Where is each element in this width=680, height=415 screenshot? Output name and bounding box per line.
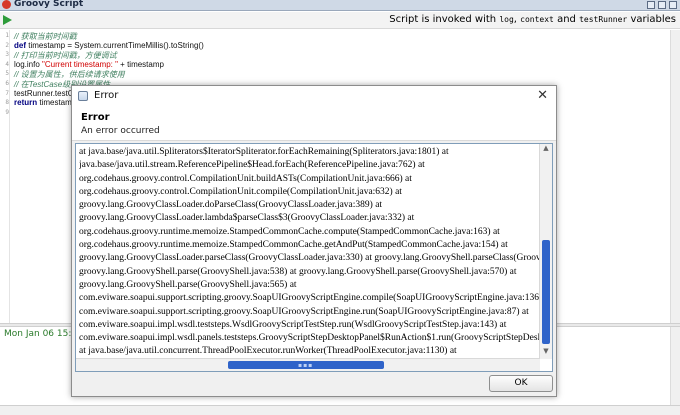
stack-trace-line: groovy.lang.GroovyShell.parse(GroovyShel… [79, 279, 297, 290]
line-number: 6 [5, 80, 9, 87]
panel-window-controls [647, 1, 677, 9]
stack-trace-line: at java.base/java.util.Spliterators$Iter… [79, 147, 449, 157]
info-prefix: Script is invoked with [389, 14, 497, 25]
line-number: 9 [5, 108, 9, 116]
info-separator: , [513, 14, 517, 25]
scroll-down-icon[interactable]: ▼ [540, 347, 552, 359]
info-var-testrunner: testRunner [579, 15, 628, 24]
stack-trace-line: com.eviware.soapui.support.scripting.gro… [79, 306, 529, 317]
dialog-title-bar: Error ✕ [72, 86, 556, 108]
stack-trace-line: com.eviware.soapui.support.scripting.gro… [79, 293, 540, 304]
line-number: 1 [5, 32, 9, 39]
code-line: return timestamp [14, 98, 76, 107]
maximize-button[interactable] [658, 1, 666, 9]
error-message: An error occurred [81, 126, 160, 136]
groovy-script-icon [2, 0, 11, 9]
line-number: 4 [5, 60, 9, 68]
stack-trace-textarea[interactable]: at java.base/java.util.Spliterators$Iter… [75, 143, 553, 372]
ok-button[interactable]: OK [489, 375, 553, 392]
scroll-grip-icon: ▪▪▪ [298, 362, 314, 369]
stack-trace-line: at java.base/java.util.concurrent.Thread… [79, 346, 457, 357]
code-line: def timestamp = System.currentTimeMillis… [14, 41, 204, 50]
stack-trace-line: org.codehaus.groovy.control.CompilationU… [79, 173, 412, 184]
code-text: + timestamp [117, 59, 164, 69]
panel-title-bar: Groovy Script [0, 0, 680, 11]
stack-trace-line: org.codehaus.groovy.runtime.memoize.Stam… [79, 226, 500, 237]
line-number: 3 [5, 51, 9, 59]
script-toolbar: Script is invoked with log, context and … [0, 12, 680, 29]
stack-trace-line: groovy.lang.GroovyClassLoader.doParseCla… [79, 200, 383, 211]
stack-trace-line: org.codehaus.groovy.runtime.memoize.Stam… [79, 240, 508, 251]
info-var-log: log [499, 15, 514, 24]
run-script-icon[interactable] [3, 15, 12, 25]
stack-trace-line: groovy.lang.GroovyClassLoader.lambda$par… [79, 213, 415, 224]
stack-trace-line: com.eviware.soapui.impl.wsdl.teststeps.W… [79, 319, 507, 330]
dialog-header: Error An error occurred [72, 108, 556, 141]
stack-trace-line: com.eviware.soapui.impl.wsdl.panels.test… [79, 333, 540, 344]
info-and: and [557, 14, 576, 25]
stack-trace-line: java.base/java.util.stream.ReferencePipe… [79, 160, 425, 171]
stack-trace-line: groovy.lang.GroovyShell.parse(GroovyShel… [79, 266, 517, 277]
line-number: 8 [5, 99, 9, 107]
close-panel-button[interactable] [669, 1, 677, 9]
trace-vertical-scrollbar[interactable]: ▲ ▼ [539, 144, 552, 359]
panel-title: Groovy Script [14, 0, 84, 9]
line-number: 7 [5, 89, 9, 97]
minimize-button[interactable] [647, 1, 655, 9]
info-var-context: context [520, 15, 554, 24]
line-number: 5 [5, 70, 9, 78]
stack-trace-line: org.codehaus.groovy.control.CompilationU… [79, 186, 402, 197]
dialog-title: Error [94, 90, 119, 101]
close-icon[interactable]: ✕ [537, 88, 548, 103]
code-keyword: return [14, 98, 38, 108]
code-line: log.info "Current timestamp: " + timesta… [14, 60, 164, 69]
error-dialog: Error ✕ Error An error occurred at java.… [71, 85, 557, 397]
scroll-up-icon[interactable]: ▲ [540, 144, 552, 156]
stack-trace-text: at java.base/java.util.Spliterators$Iter… [79, 146, 540, 371]
code-string: "Current timestamp: " [42, 59, 118, 69]
trace-vertical-thumb[interactable] [542, 240, 550, 344]
code-text: log.info [14, 59, 43, 69]
line-number: 2 [5, 41, 9, 49]
log-vertical-scrollbar[interactable] [670, 327, 680, 405]
info-suffix: variables [630, 14, 676, 25]
window-icon [78, 91, 88, 101]
code-text: timestamp = System.currentTimeMillis().t… [26, 40, 204, 50]
trace-horizontal-scrollbar[interactable]: ▪▪▪ [76, 358, 540, 371]
script-variables-info: Script is invoked with log, context and … [389, 14, 676, 25]
editor-vertical-scrollbar[interactable] [670, 30, 680, 323]
log-horizontal-scrollbar[interactable] [0, 405, 680, 415]
error-heading: Error [81, 112, 110, 123]
code-keyword: def [14, 40, 26, 50]
stack-trace-line: groovy.lang.GroovyClassLoader.parseClass… [79, 253, 540, 264]
